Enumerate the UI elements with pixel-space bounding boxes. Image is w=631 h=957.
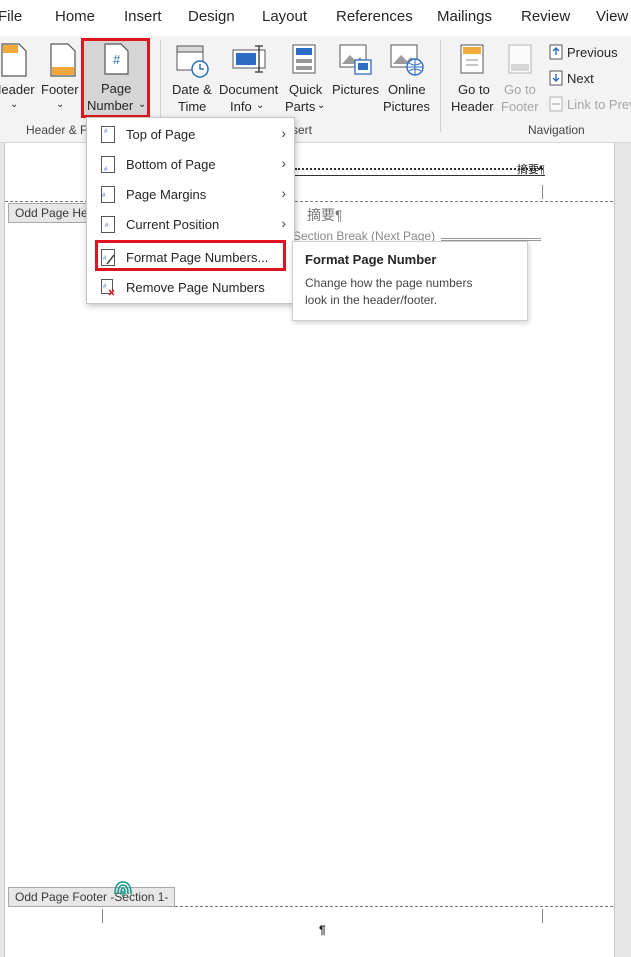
go-to-footer-icon	[508, 44, 532, 74]
previous-label: Previous	[567, 45, 618, 60]
header-rule	[277, 175, 545, 176]
fingerprint-icon	[114, 881, 132, 897]
margin-mark	[542, 909, 543, 923]
chevron-right-icon: ›	[281, 155, 286, 171]
ribbon-tab-bar: File Home Insert Design Layout Reference…	[0, 0, 631, 36]
online-pictures-button[interactable]: Online Pictures	[380, 40, 434, 114]
tab-design[interactable]: Design	[188, 8, 235, 25]
tab-home[interactable]: Home	[55, 8, 95, 25]
document-info-label-line1: Document	[219, 82, 279, 97]
link-to-previous-button[interactable]: Link to Prev	[546, 94, 631, 116]
chevron-right-icon: ›	[281, 125, 286, 141]
group-label-header-footer: Header & F	[26, 123, 88, 137]
tab-references[interactable]: References	[336, 8, 413, 25]
group-separator	[440, 40, 441, 132]
menu-item-label: Top of Page	[126, 127, 196, 142]
next-icon	[549, 70, 563, 86]
online-pictures-icon	[390, 44, 424, 76]
menu-item-label: Bottom of Page	[126, 157, 216, 172]
header-tab-leader	[295, 168, 543, 170]
remove-page-numbers-icon: #	[101, 279, 115, 296]
footer-section-tag: Odd Page Footer -Section 1-	[8, 887, 176, 907]
group-label-navigation: Navigation	[528, 123, 585, 137]
chevron-right-icon: ›	[281, 215, 286, 231]
link-icon	[549, 96, 563, 112]
go-to-footer-label-line2: Footer	[501, 99, 539, 114]
page-bottom-icon: #	[101, 156, 115, 173]
menu-item-label: Remove Page Numbers	[126, 280, 265, 295]
go-to-header-button[interactable]: Go to Header	[448, 40, 498, 114]
menu-item-current-position[interactable]: # Current Position ›	[87, 211, 294, 239]
pictures-label: Pictures	[332, 82, 379, 97]
go-to-footer-button[interactable]: Go to Footer	[498, 40, 544, 114]
menu-item-page-margins[interactable]: # Page Margins ›	[87, 181, 294, 209]
highlight-box	[95, 240, 286, 271]
quick-parts-icon	[292, 44, 316, 74]
document-info-label-line2: Info	[230, 99, 252, 114]
go-to-header-label-line2: Header	[451, 99, 494, 114]
document-info-icon	[232, 45, 266, 73]
tooltip: Format Page Number Change how the page n…	[292, 241, 528, 321]
pictures-icon	[339, 44, 372, 75]
menu-item-label: Page Margins	[126, 187, 207, 202]
go-to-header-icon	[460, 44, 484, 74]
document-info-button[interactable]: Document Info ⌄	[218, 40, 280, 114]
go-to-header-label-line1: Go to	[458, 82, 490, 97]
menu-item-remove-page-numbers[interactable]: # Remove Page Numbers	[87, 274, 294, 302]
group-label-insert: sert	[292, 123, 313, 137]
online-pictures-label-line2: Pictures	[383, 99, 430, 114]
header-section-tag: Odd Page He	[8, 203, 95, 223]
tooltip-body-line1: Change how the page numbers	[305, 276, 473, 290]
tab-layout[interactable]: Layout	[262, 8, 307, 25]
header-icon	[1, 43, 27, 77]
next-button[interactable]: Next	[546, 68, 631, 90]
footer-icon	[50, 43, 76, 77]
tab-file[interactable]: File	[0, 8, 22, 25]
body-heading[interactable]: 摘要¶	[307, 205, 343, 225]
link-to-previous-label: Link to Prev	[567, 97, 631, 112]
page-margins-icon: #	[101, 186, 115, 203]
previous-icon	[549, 44, 563, 60]
footer-boundary	[175, 906, 613, 907]
tooltip-title: Format Page Number	[305, 252, 437, 267]
chevron-down-icon: ⌄	[10, 99, 19, 110]
quick-parts-label-line1: Quick	[289, 82, 323, 97]
page-top-icon: #	[101, 126, 115, 143]
chevron-down-icon: ⌄	[56, 99, 65, 110]
menu-item-bottom-of-page[interactable]: # Bottom of Page ›	[87, 151, 294, 179]
previous-button[interactable]: Previous	[546, 42, 631, 64]
date-time-label-line2: Time	[178, 99, 207, 114]
header-button[interactable]: Header ⌄	[0, 40, 40, 110]
menu-item-top-of-page[interactable]: # Top of Page ›	[87, 121, 294, 149]
footer-button[interactable]: Footer ⌄	[40, 40, 82, 110]
go-to-footer-label-line1: Go to	[504, 82, 536, 97]
date-time-label-line1: Date &	[172, 82, 212, 97]
highlight-box	[81, 38, 150, 118]
chevron-right-icon: ›	[281, 185, 286, 201]
online-pictures-label-line1: Online	[388, 82, 426, 97]
tab-view[interactable]: View	[596, 8, 628, 25]
pictures-button[interactable]: Pictures	[330, 40, 380, 114]
chevron-down-icon: ⌄	[317, 100, 326, 111]
menu-item-label: Current Position	[126, 217, 220, 232]
page-number-dropdown-menu: # Top of Page › # Bottom of Page › # Pag…	[86, 117, 295, 304]
header-text[interactable]: 摘要¶	[517, 161, 545, 177]
tab-insert[interactable]: Insert	[124, 8, 162, 25]
tooltip-body-line2: look in the header/footer.	[305, 293, 438, 307]
date-time-button[interactable]: Date & Time	[166, 40, 216, 114]
chevron-down-icon: ⌄	[256, 100, 265, 111]
margin-mark	[542, 185, 543, 199]
margin-mark	[102, 909, 103, 923]
quick-parts-label-line2: Parts	[285, 99, 316, 114]
tab-mailings[interactable]: Mailings	[437, 8, 492, 25]
tab-review[interactable]: Review	[521, 8, 570, 25]
current-position-icon: #	[101, 216, 115, 233]
footer-paragraph-mark[interactable]: ¶	[319, 923, 326, 937]
calendar-clock-icon	[176, 45, 209, 78]
next-label: Next	[567, 71, 594, 86]
quick-parts-button[interactable]: Quick Parts ⌄	[282, 40, 330, 114]
